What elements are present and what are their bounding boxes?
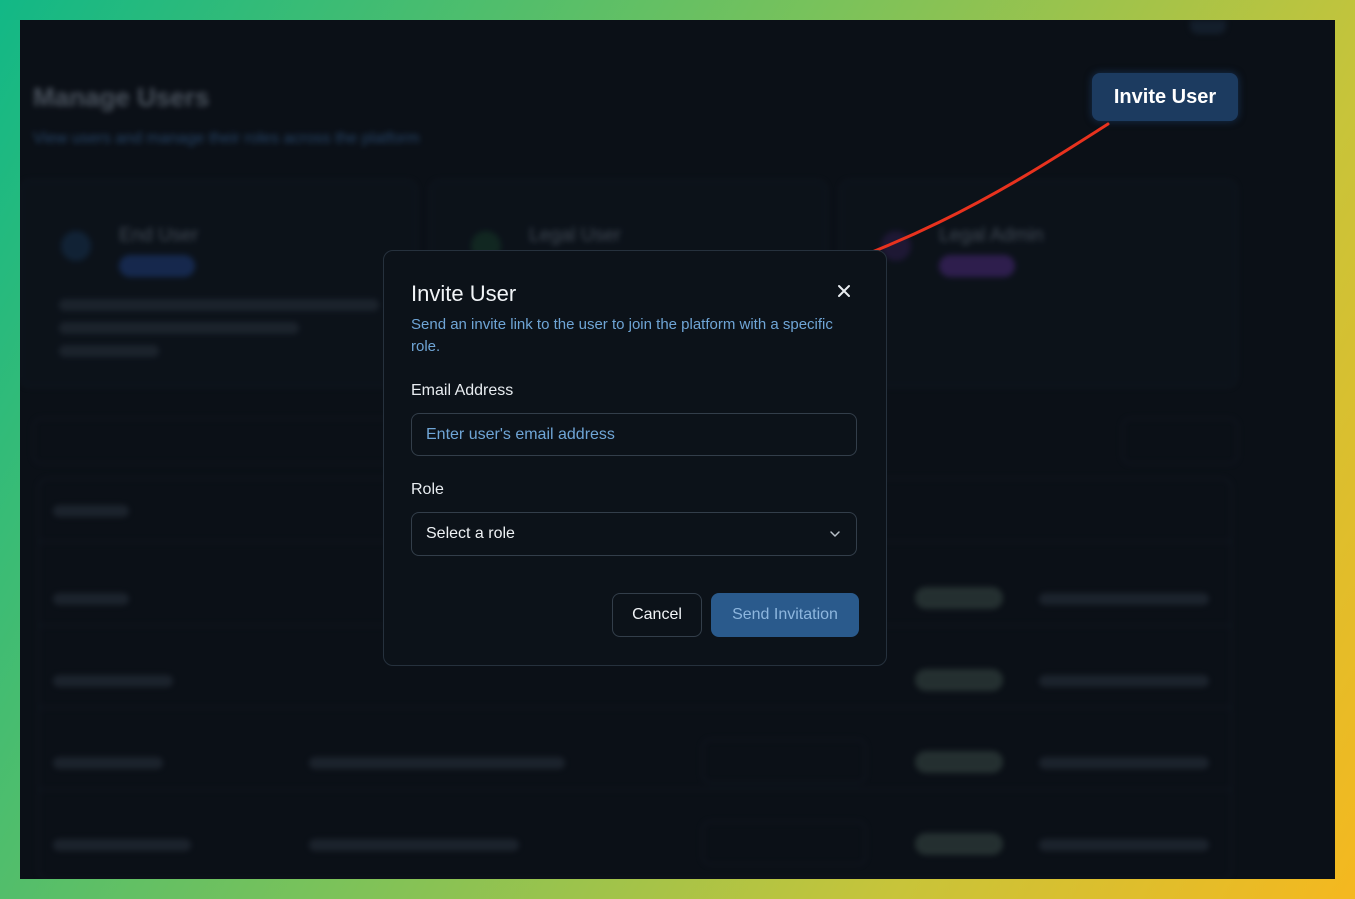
screen-frame: Manage Users View users and manage their… [20,20,1335,879]
role-card-name: End User [119,225,199,246]
role-card-legal-admin: Legal Admin [840,180,1237,387]
search-input [33,418,435,464]
close-icon [838,285,850,297]
dialog-description: Send an invite link to the user to join … [411,316,833,355]
role-card-badge [119,255,195,277]
invite-user-dialog: Invite User Send an invite link to the u… [383,250,887,666]
role-card-description [59,293,396,357]
role-card-name: Legal User [529,225,621,246]
top-bar-button [1190,20,1226,34]
page-title: Manage Users [33,82,210,112]
role-select[interactable]: Select a role [411,512,857,556]
cancel-button[interactable]: Cancel [612,593,702,637]
role-label: Role [411,481,444,498]
role-card-name: Legal Admin [939,225,1044,246]
page-subtitle: View users and manage their roles across… [33,130,420,147]
role-select-value: Select a role [426,525,515,542]
chevron-down-icon [830,531,840,537]
dialog-title: Invite User [411,281,517,306]
role-card-end-user: End User [20,180,417,387]
email-label: Email Address [411,382,514,399]
close-button[interactable] [832,279,856,303]
refresh-button [1122,418,1238,464]
email-field[interactable] [411,413,857,456]
invite-user-button[interactable]: Invite User [1092,73,1238,121]
user-icon [61,231,91,261]
send-invitation-button[interactable]: Send Invitation [711,593,859,637]
role-card-badge [939,255,1015,277]
